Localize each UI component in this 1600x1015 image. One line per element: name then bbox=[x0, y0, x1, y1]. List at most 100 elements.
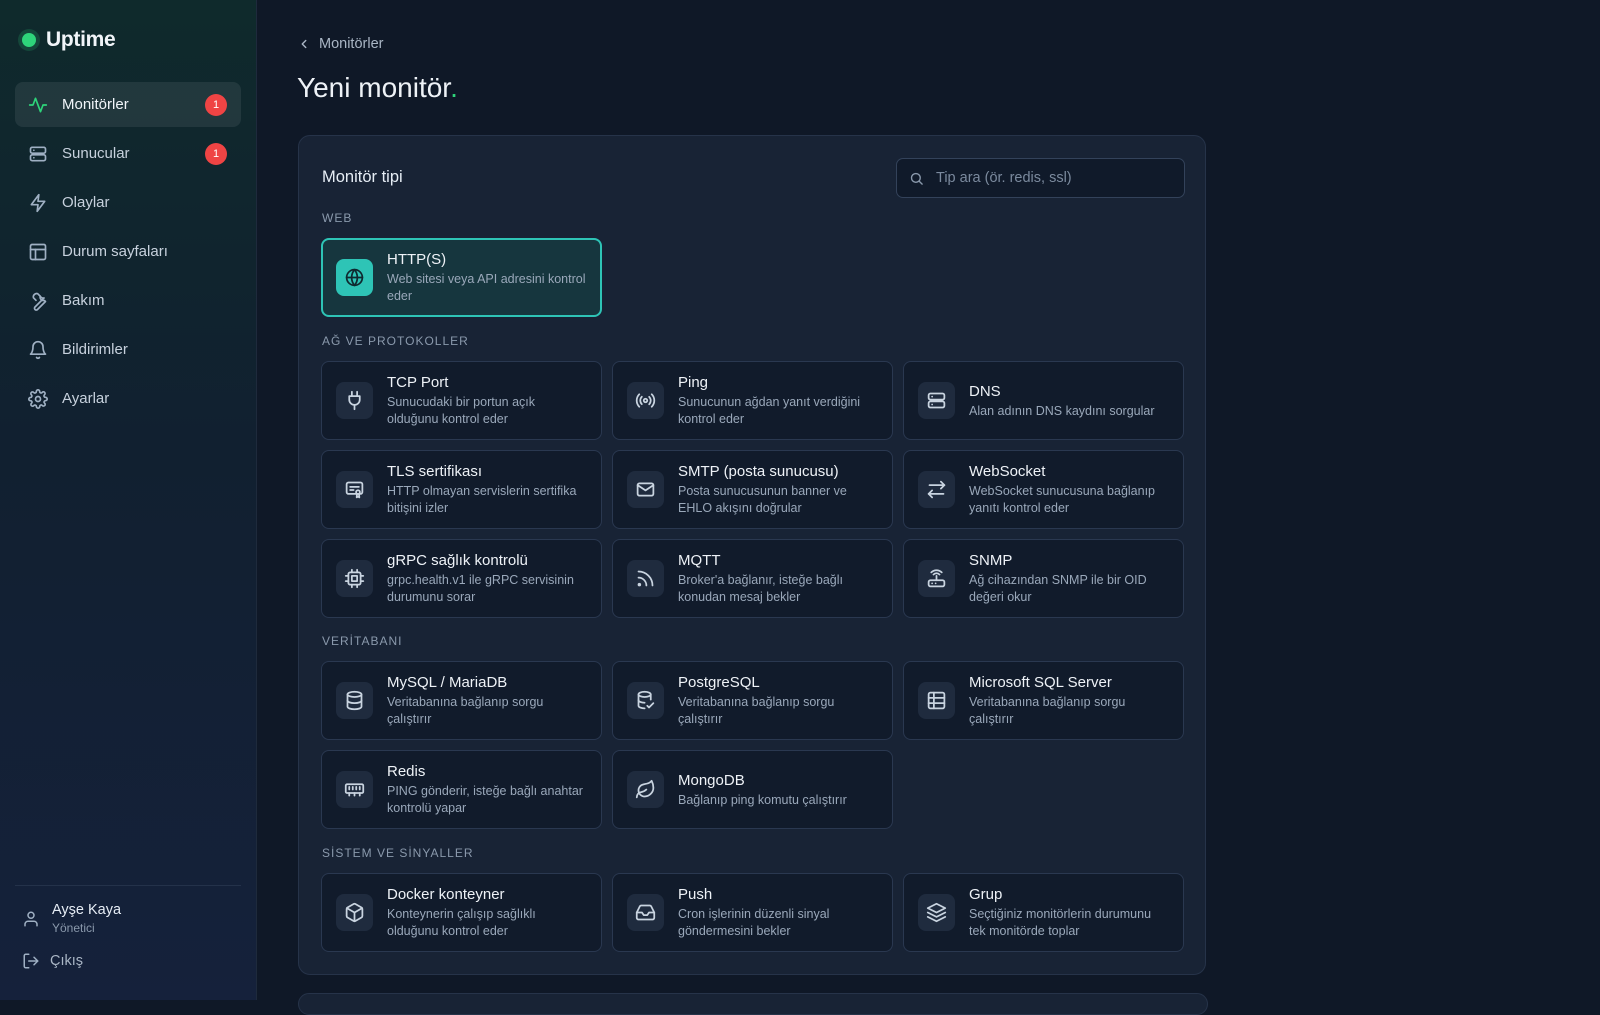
sidebar-item-label: Olaylar bbox=[62, 194, 110, 211]
sidebar-item-incidents[interactable]: Olaylar bbox=[15, 180, 241, 225]
database-icon bbox=[336, 682, 373, 719]
user-profile[interactable]: Ayşe Kaya Yönetici bbox=[22, 902, 121, 935]
sidebar-item-servers[interactable]: Sunucular 1 bbox=[15, 131, 241, 176]
monitor-type-grpc[interactable]: gRPC sağlık kontrolü grpc.health.v1 ile … bbox=[321, 539, 602, 618]
breadcrumb-label: Monitörler bbox=[319, 36, 384, 52]
sidebar-item-status-pages[interactable]: Durum sayfaları bbox=[15, 229, 241, 274]
card-title: SNMP bbox=[969, 552, 1013, 569]
section-label-database: VERİTABANI bbox=[322, 634, 403, 648]
monitor-type-ping[interactable]: Ping Sunucunun ağdan yanıt verdiğini kon… bbox=[612, 361, 893, 440]
card-desc: HTTP olmayan servislerin sertifika bitiş… bbox=[387, 484, 577, 515]
logout-icon bbox=[23, 953, 39, 969]
layout-icon bbox=[28, 242, 48, 262]
brand-name: Uptime bbox=[46, 28, 116, 51]
monitor-type-http[interactable]: HTTP(S) Web sitesi veya API adresini kon… bbox=[321, 238, 602, 317]
card-desc: Web sitesi veya API adresini kontrol ede… bbox=[387, 272, 586, 303]
rss-icon bbox=[627, 560, 664, 597]
card-desc: Seçtiğiniz monitörlerin durumunu tek mon… bbox=[969, 907, 1152, 938]
card-title: WebSocket bbox=[969, 463, 1046, 480]
monitor-type-websocket[interactable]: WebSocket WebSocket sunucusuna bağlanıp … bbox=[903, 450, 1184, 529]
breadcrumb-back-link[interactable]: Monitörler bbox=[297, 36, 383, 52]
monitor-type-redis[interactable]: Redis PING gönderir, isteğe bağlı anahta… bbox=[321, 750, 602, 829]
monitor-type-mongodb[interactable]: MongoDB Bağlanıp ping komutu çalıştırır bbox=[612, 750, 893, 829]
card-desc: Veritabanına bağlanıp sorgu çalıştırır bbox=[678, 695, 835, 726]
card-title: Push bbox=[678, 886, 713, 903]
logout-button[interactable]: Çıkış bbox=[22, 952, 83, 970]
card-title: TLS sertifikası bbox=[387, 463, 483, 480]
section-label-network: AĞ VE PROTOKOLLER bbox=[322, 334, 469, 348]
sidebar-item-maintenance[interactable]: Bakım bbox=[15, 278, 241, 323]
monitor-type-group[interactable]: Grup Seçtiğiniz monitörlerin durumunu te… bbox=[903, 873, 1184, 952]
card-desc: PING gönderir, isteğe bağlı anahtar kont… bbox=[387, 784, 583, 815]
card-desc: Ağ cihazından SNMP ile bir OID değeri ok… bbox=[969, 573, 1147, 604]
card-title: PostgreSQL bbox=[678, 674, 760, 691]
sidebar-item-label: Sunucular bbox=[62, 145, 130, 162]
logout-label: Çıkış bbox=[50, 953, 84, 969]
card-desc: Veritabanına bağlanıp sorgu çalıştırır bbox=[969, 695, 1126, 726]
globe-icon bbox=[336, 259, 373, 296]
card-title: DNS bbox=[969, 382, 1001, 400]
sidebar-item-label: Bakım bbox=[62, 292, 105, 309]
monitor-type-dns[interactable]: DNS Alan adının DNS kaydını sorgular bbox=[903, 361, 1184, 440]
certificate-icon bbox=[336, 471, 373, 508]
monitor-type-smtp[interactable]: SMTP (posta sunucusu) Posta sunucusunun … bbox=[612, 450, 893, 529]
section-label-web: WEB bbox=[322, 211, 353, 225]
inbox-icon bbox=[627, 894, 664, 931]
card-title: Grup bbox=[969, 886, 1003, 903]
card-desc: Alan adının DNS kaydını sorgular bbox=[969, 403, 1155, 418]
card-title: HTTP(S) bbox=[387, 251, 447, 268]
monitor-type-snmp[interactable]: SNMP Ağ cihazından SNMP ile bir OID değe… bbox=[903, 539, 1184, 618]
activity-icon bbox=[28, 95, 48, 115]
card-desc: Cron işlerinin düzenli sinyal göndermesi… bbox=[678, 907, 830, 938]
card-title: Redis bbox=[387, 763, 426, 780]
table-icon bbox=[918, 682, 955, 719]
card-desc: Posta sunucusunun banner ve EHLO akışını… bbox=[678, 484, 847, 515]
card-desc: WebSocket sunucusuna bağlanıp yanıtı kon… bbox=[969, 484, 1156, 515]
monitor-type-mysql[interactable]: MySQL / MariaDB Veritabanına bağlanıp so… bbox=[321, 661, 602, 740]
card-title: SMTP (posta sunucusu) bbox=[678, 463, 839, 480]
monitor-type-mssql[interactable]: Microsoft SQL Server Veritabanına bağlan… bbox=[903, 661, 1184, 740]
monitor-type-push[interactable]: Push Cron işlerinin düzenli sinyal gönde… bbox=[612, 873, 893, 952]
sidebar-item-monitors[interactable]: Monitörler 1 bbox=[15, 82, 241, 127]
section-label-system: SİSTEM VE SİNYALLER bbox=[322, 846, 474, 860]
cpu-icon bbox=[336, 560, 373, 597]
monitor-type-tls[interactable]: TLS sertifikası HTTP olmayan servislerin… bbox=[321, 450, 602, 529]
user-icon bbox=[24, 911, 38, 926]
card-title: MySQL / MariaDB bbox=[387, 674, 508, 691]
sidebar: Uptime Monitörler 1 Sunucular 1 Olaylar bbox=[0, 0, 257, 1000]
sidebar-item-label: Bildirimler bbox=[62, 341, 128, 358]
sidebar-divider bbox=[15, 885, 241, 886]
card-title: MongoDB bbox=[678, 771, 745, 789]
monitor-type-mqtt[interactable]: MQTT Broker'a bağlanır, isteğe bağlı kon… bbox=[612, 539, 893, 618]
card-desc: Sunucunun ağdan yanıt verdiğini kontrol … bbox=[678, 395, 861, 426]
search-input[interactable] bbox=[934, 169, 1178, 187]
brand[interactable]: Uptime bbox=[22, 28, 116, 52]
card-desc: Bağlanıp ping komutu çalıştırır bbox=[678, 792, 847, 807]
sidebar-item-label: Ayarlar bbox=[62, 390, 110, 407]
monitor-type-docker[interactable]: Docker konteyner Konteynerin çalışıp sağ… bbox=[321, 873, 602, 952]
gear-icon bbox=[28, 388, 48, 409]
card-title: MQTT bbox=[678, 552, 721, 569]
alert-badge: 1 bbox=[205, 143, 227, 165]
wrench-icon bbox=[28, 291, 48, 311]
layers-icon bbox=[918, 894, 955, 931]
card-title: gRPC sağlık kontrolü bbox=[387, 552, 528, 569]
next-panel-edge bbox=[298, 993, 1208, 1015]
sidebar-item-settings[interactable]: Ayarlar bbox=[15, 376, 241, 421]
leaf-icon bbox=[627, 771, 664, 808]
monitor-type-postgresql[interactable]: PostgreSQL Veritabanına bağlanıp sorgu ç… bbox=[612, 661, 893, 740]
card-title: Docker konteyner bbox=[387, 886, 505, 903]
card-title: TCP Port bbox=[387, 374, 449, 391]
card-desc: Sunucudaki bir portun açık olduğunu kont… bbox=[387, 395, 536, 426]
sidebar-nav: Monitörler 1 Sunucular 1 Olaylar Durum s… bbox=[15, 82, 241, 425]
monitor-type-tcp[interactable]: TCP Port Sunucudaki bir portun açık oldu… bbox=[321, 361, 602, 440]
card-desc: Broker'a bağlanır, isteğe bağlı konudan … bbox=[678, 573, 843, 604]
monitor-type-panel: Monitör tipi WEB HTTP(S) Web sitesi veya… bbox=[298, 135, 1206, 975]
type-search[interactable] bbox=[896, 158, 1185, 198]
memory-icon bbox=[336, 771, 373, 808]
sidebar-item-notifications[interactable]: Bildirimler bbox=[15, 327, 241, 372]
server-icon bbox=[28, 144, 48, 164]
status-dot-icon bbox=[22, 33, 36, 47]
card-title: Ping bbox=[678, 374, 709, 391]
mail-icon bbox=[627, 471, 664, 508]
